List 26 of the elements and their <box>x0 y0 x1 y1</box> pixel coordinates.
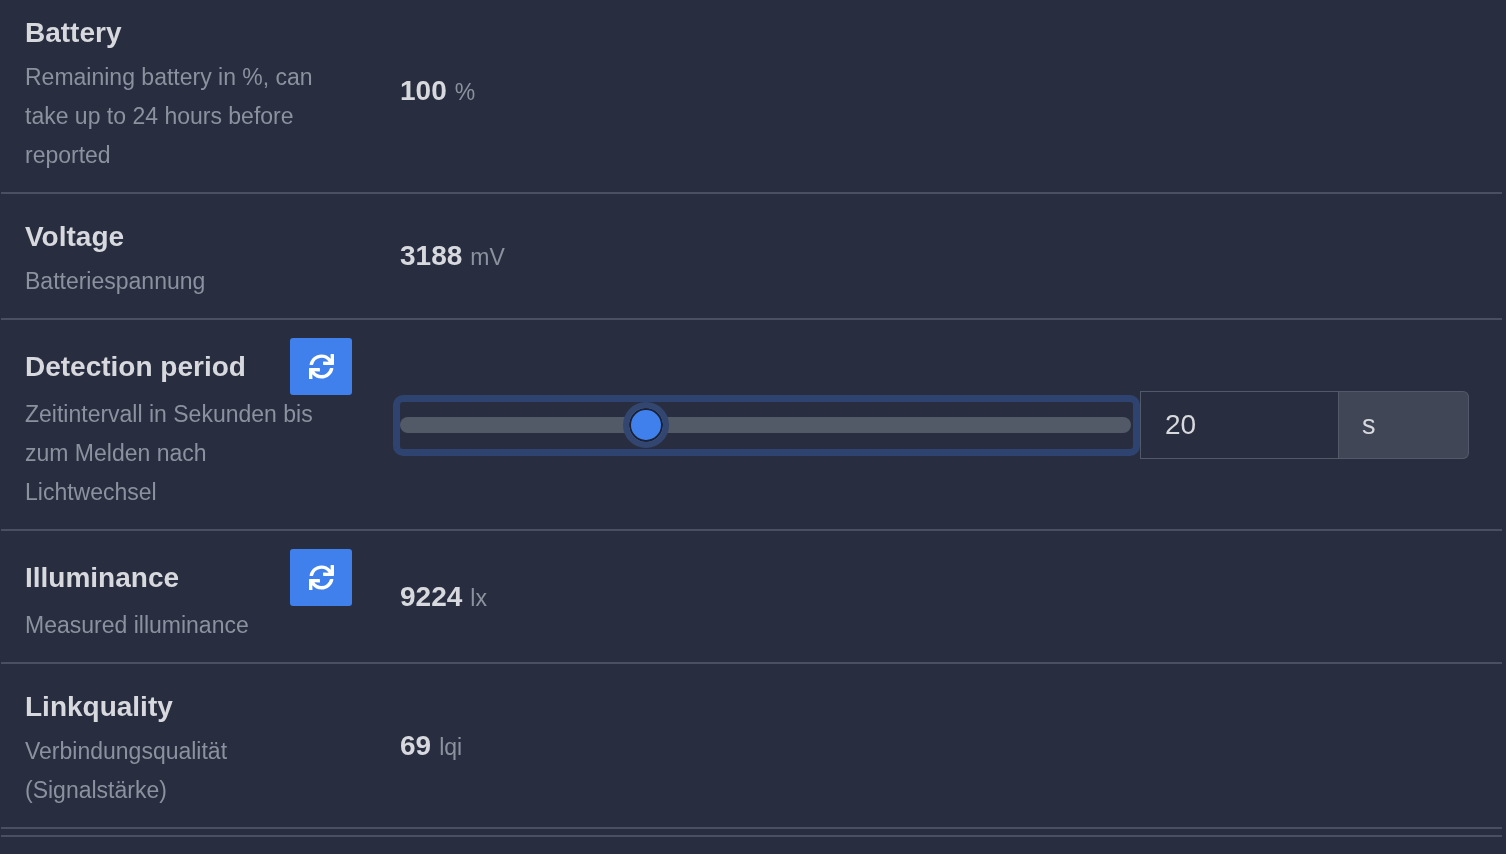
setting-title: Illuminance <box>25 560 180 595</box>
setting-title: Linkquality <box>25 690 173 724</box>
unit-label: lqi <box>439 732 463 762</box>
refresh-button[interactable] <box>290 549 352 606</box>
unit-label: mV <box>470 243 505 272</box>
number-input[interactable]: 20 <box>1140 391 1339 459</box>
reading-value: 9224 <box>400 579 463 614</box>
setting-description: Zeitintervall in Sekunden bis zum Melden nach Lichtwechsel <box>25 400 314 507</box>
reading-value: 69 <box>400 728 432 763</box>
reading-value: 3188 <box>400 239 463 273</box>
refresh-icon <box>308 354 334 379</box>
reading-value: 100 <box>400 74 447 108</box>
refresh-button[interactable] <box>290 338 352 395</box>
setting-title: Battery <box>25 16 122 50</box>
unit-label: lx <box>470 583 487 613</box>
slider[interactable] <box>393 394 1140 456</box>
setting-description: Remaining battery in %, can take up to 24 hours before reported <box>25 63 314 170</box>
slider-thumb[interactable] <box>622 402 669 448</box>
unit-addon: s <box>1339 391 1469 459</box>
setting-title: Detection period <box>25 349 246 384</box>
setting-title: Voltage <box>25 220 125 254</box>
setting-description: Verbindungsqualität (Signalstärke) <box>25 737 229 805</box>
unit-label: % <box>454 78 476 107</box>
setting-description: Batteriespannung <box>25 267 207 296</box>
refresh-icon <box>308 565 334 590</box>
setting-description: Measured illuminance <box>25 611 250 640</box>
